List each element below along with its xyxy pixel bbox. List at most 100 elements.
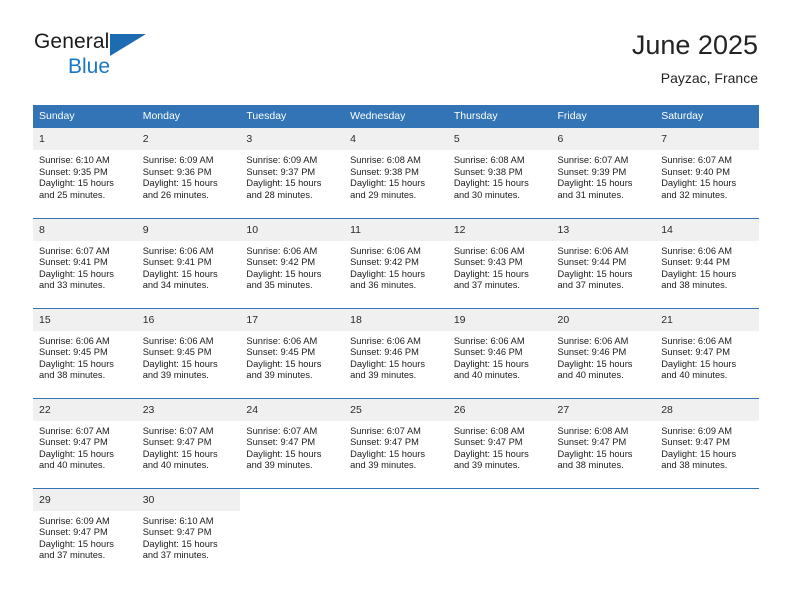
calendar-day-cell-empty <box>655 487 759 578</box>
calendar-day-cell[interactable]: 11 Sunrise: 6:06 AM Sunset: 9:42 PM Dayligh… <box>344 217 448 308</box>
daylight-text-line1: Daylight: 15 hours <box>39 178 114 189</box>
sunrise-text: Sunrise: 6:09 AM <box>661 425 733 436</box>
calendar-day-cell[interactable]: 6 Sunrise: 6:07 AM Sunset: 9:39 PM Daylight… <box>551 128 656 218</box>
sunrise-text: Sunrise: 6:07 AM <box>557 155 629 165</box>
calendar-day-cell-empty <box>240 487 345 578</box>
sunrise-text: Sunrise: 6:06 AM <box>142 245 214 256</box>
calendar-day-cell[interactable]: 27 Sunrise: 6:08 AM Sunset: 9:47 PM Dayligh… <box>551 397 656 488</box>
calendar-day-cell[interactable]: 29 Sunrise: 6:09 AM Sunset: 9:47 PM Dayligh… <box>33 487 137 578</box>
sunset-text: Sunset: 9:47 PM <box>557 437 627 448</box>
sunrise-text: Sunrise: 6:09 AM <box>142 155 214 165</box>
day-number: 2 <box>136 128 241 150</box>
calendar-day-cell[interactable]: 3 Sunrise: 6:09 AM Sunset: 9:37 PM Daylight… <box>240 128 345 218</box>
sunrise-text: Sunrise: 6:06 AM <box>453 245 525 256</box>
sunset-text: Sunset: 9:40 PM <box>661 166 730 177</box>
daylight-text-line2: and 40 minutes. <box>557 370 624 381</box>
daylight-text-line1: Daylight: 15 hours <box>246 268 322 279</box>
daylight-text-line2: and 40 minutes. <box>661 370 728 381</box>
calendar-day-cell[interactable]: 15 Sunrise: 6:06 AM Sunset: 9:45 PM Dayligh… <box>33 307 137 398</box>
calendar-day-cell[interactable]: 8 Sunrise: 6:07 AM Sunset: 9:41 PM Daylight… <box>33 217 137 308</box>
daylight-text-line2: and 28 minutes. <box>246 189 313 200</box>
sunset-text: Sunset: 9:46 PM <box>557 347 627 358</box>
sunset-text: Sunset: 9:35 PM <box>39 166 108 177</box>
calendar-day-cell[interactable]: 24 Sunrise: 6:07 AM Sunset: 9:47 PM Dayligh… <box>240 397 345 488</box>
daylight-text-line1: Daylight: 15 hours <box>557 358 633 369</box>
daylight-text-line1: Daylight: 15 hours <box>350 448 426 459</box>
weekday-header-thursday: Thursday <box>447 105 552 128</box>
calendar-day-cell[interactable]: 18 Sunrise: 6:06 AM Sunset: 9:46 PM Dayligh… <box>344 307 448 398</box>
sunrise-text: Sunrise: 6:06 AM <box>661 335 733 346</box>
day-details: Sunrise: 6:06 AM Sunset: 9:45 PM Daylight:… <box>240 331 344 382</box>
sunset-text: Sunset: 9:47 PM <box>39 527 108 538</box>
weekday-header-friday: Friday <box>551 105 656 128</box>
daylight-text-line2: and 40 minutes. <box>39 460 106 471</box>
calendar-day-cell[interactable]: 2 Sunrise: 6:09 AM Sunset: 9:36 PM Daylight… <box>136 128 241 218</box>
general-blue-logo[interactable]: General Blue <box>34 30 154 86</box>
day-number: 18 <box>344 308 448 331</box>
day-details: Sunrise: 6:09 AM Sunset: 9:47 PM Daylight:… <box>655 421 759 472</box>
day-number <box>240 488 345 511</box>
day-details: Sunrise: 6:07 AM Sunset: 9:47 PM Daylight:… <box>137 421 241 472</box>
calendar-day-cell[interactable]: 23 Sunrise: 6:07 AM Sunset: 9:47 PM Dayligh… <box>136 397 241 488</box>
daylight-text-line1: Daylight: 15 hours <box>661 358 737 369</box>
daylight-text-line2: and 37 minutes. <box>39 550 106 561</box>
calendar-day-cell[interactable]: 19 Sunrise: 6:06 AM Sunset: 9:46 PM Dayligh… <box>447 307 552 398</box>
sunrise-text: Sunrise: 6:07 AM <box>661 155 733 165</box>
calendar-day-cell[interactable]: 10 Sunrise: 6:06 AM Sunset: 9:42 PM Dayligh… <box>240 217 345 308</box>
weekday-header-monday: Monday <box>136 105 241 128</box>
daylight-text-line1: Daylight: 15 hours <box>453 268 529 279</box>
sunrise-text: Sunrise: 6:06 AM <box>246 245 318 256</box>
day-number: 26 <box>447 398 552 421</box>
daylight-text-line2: and 37 minutes. <box>453 280 520 291</box>
daylight-text-line1: Daylight: 15 hours <box>453 448 529 459</box>
calendar-day-cell[interactable]: 25 Sunrise: 6:07 AM Sunset: 9:47 PM Dayligh… <box>344 397 448 488</box>
calendar-day-cell[interactable]: 17 Sunrise: 6:06 AM Sunset: 9:45 PM Dayligh… <box>240 307 345 398</box>
calendar-day-cell[interactable]: 20 Sunrise: 6:06 AM Sunset: 9:46 PM Dayligh… <box>551 307 656 398</box>
calendar-day-cell[interactable]: 1 Sunrise: 6:10 AM Sunset: 9:35 PM Daylight… <box>33 128 137 218</box>
calendar-day-cell[interactable]: 9 Sunrise: 6:06 AM Sunset: 9:41 PM Daylight… <box>136 217 241 308</box>
day-number: 21 <box>655 308 759 331</box>
day-number: 16 <box>136 308 241 331</box>
calendar-week-row: 8 Sunrise: 6:07 AM Sunset: 9:41 PM Daylight… <box>33 217 759 308</box>
sunrise-text: Sunrise: 6:06 AM <box>661 245 733 256</box>
daylight-text-line2: and 35 minutes. <box>246 280 313 291</box>
calendar-day-cell[interactable]: 16 Sunrise: 6:06 AM Sunset: 9:45 PM Dayligh… <box>136 307 241 398</box>
daylight-text-line1: Daylight: 15 hours <box>350 178 426 189</box>
calendar-day-cell[interactable]: 4 Sunrise: 6:08 AM Sunset: 9:38 PM Daylight… <box>344 128 448 218</box>
sunset-text: Sunset: 9:46 PM <box>453 347 523 358</box>
day-details: Sunrise: 6:06 AM Sunset: 9:46 PM Daylight:… <box>448 331 552 382</box>
calendar-day-cell[interactable]: 21 Sunrise: 6:06 AM Sunset: 9:47 PM Dayligh… <box>655 307 759 398</box>
daylight-text-line2: and 30 minutes. <box>453 189 520 200</box>
calendar-day-cell[interactable]: 28 Sunrise: 6:09 AM Sunset: 9:47 PM Dayligh… <box>655 397 759 488</box>
day-number: 24 <box>240 398 345 421</box>
sunrise-text: Sunrise: 6:06 AM <box>557 335 629 346</box>
daylight-text-line1: Daylight: 15 hours <box>39 358 114 369</box>
day-number: 27 <box>551 398 656 421</box>
calendar-day-cell[interactable]: 7 Sunrise: 6:07 AM Sunset: 9:40 PM Daylight… <box>655 128 759 218</box>
daylight-text-line1: Daylight: 15 hours <box>142 358 218 369</box>
calendar-day-cell[interactable]: 13 Sunrise: 6:06 AM Sunset: 9:44 PM Dayligh… <box>551 217 656 308</box>
calendar-page: General Blue June 2025 Payzac, France Su… <box>0 0 792 612</box>
day-details <box>344 511 448 516</box>
daylight-text-line1: Daylight: 15 hours <box>246 178 322 189</box>
calendar-day-cell[interactable]: 26 Sunrise: 6:08 AM Sunset: 9:47 PM Dayligh… <box>447 397 552 488</box>
day-number: 15 <box>33 308 137 331</box>
day-details: Sunrise: 6:10 AM Sunset: 9:35 PM Daylight:… <box>33 150 137 201</box>
day-details: Sunrise: 6:06 AM Sunset: 9:42 PM Daylight:… <box>344 241 448 292</box>
sunrise-text: Sunrise: 6:07 AM <box>39 245 110 256</box>
calendar-day-cell[interactable]: 12 Sunrise: 6:06 AM Sunset: 9:43 PM Dayligh… <box>447 217 552 308</box>
calendar-week-row: 1 Sunrise: 6:10 AM Sunset: 9:35 PM Daylight… <box>33 128 759 218</box>
sunset-text: Sunset: 9:47 PM <box>39 437 108 448</box>
calendar-day-cell[interactable]: 22 Sunrise: 6:07 AM Sunset: 9:47 PM Dayligh… <box>33 397 137 488</box>
weekday-header-saturday: Saturday <box>655 105 759 128</box>
page-subtitle-location: Payzac, France <box>660 70 758 86</box>
calendar-day-cell[interactable]: 5 Sunrise: 6:08 AM Sunset: 9:38 PM Daylight… <box>447 128 552 218</box>
calendar-day-cell[interactable]: 14 Sunrise: 6:06 AM Sunset: 9:44 PM Dayligh… <box>655 217 759 308</box>
day-number: 25 <box>344 398 448 421</box>
daylight-text-line1: Daylight: 15 hours <box>557 268 633 279</box>
day-number: 1 <box>33 128 137 150</box>
calendar-day-cell[interactable]: 30 Sunrise: 6:10 AM Sunset: 9:47 PM Dayligh… <box>136 487 241 578</box>
daylight-text-line2: and 40 minutes. <box>453 370 520 381</box>
daylight-text-line1: Daylight: 15 hours <box>350 268 426 279</box>
day-details: Sunrise: 6:09 AM Sunset: 9:37 PM Daylight:… <box>240 150 344 201</box>
